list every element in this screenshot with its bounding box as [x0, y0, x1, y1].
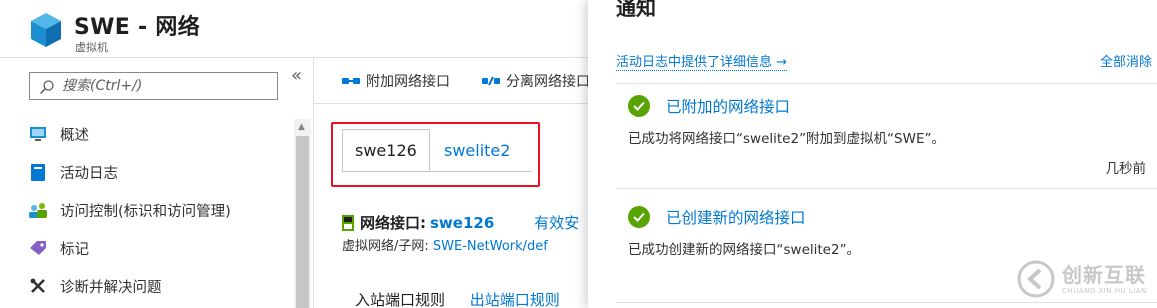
resource-header: SWE - 网络 虚拟机	[0, 0, 590, 58]
notification-description: 已成功将网络接口“swelite2”附加到虚拟机“SWE”。	[628, 131, 945, 147]
sidebar-item-activity-log[interactable]: 活动日志	[28, 159, 118, 185]
sidebar-scrollbar[interactable]: ▲	[294, 119, 311, 308]
tab-inbound-rules[interactable]: 入站端口规则	[355, 291, 445, 308]
success-check-icon	[628, 206, 650, 228]
tab-swelite2[interactable]: swelite2	[432, 129, 522, 171]
people-icon	[28, 201, 48, 219]
watermark-logo: 创新互联 CHUANG XIN HU LIAN	[1012, 253, 1152, 305]
watermark-icon	[1017, 260, 1055, 298]
divider	[616, 188, 1157, 189]
panel-title: 通知	[616, 0, 656, 20]
detach-label: 分离网络接口	[506, 74, 590, 90]
sidebar: « 概述 活动日志 访问控制(标识和访问管理) 标记 诊断并解决问题 ▲	[0, 58, 312, 308]
divider	[616, 83, 1157, 84]
search-icon	[39, 80, 54, 95]
subnet-label: 虚拟网络/子网:	[342, 239, 429, 254]
sidebar-search[interactable]	[29, 72, 278, 100]
notification-title[interactable]: 已创建新的网络接口	[666, 206, 806, 228]
nic-value-link[interactable]: swe126	[430, 214, 494, 232]
success-check-icon	[628, 95, 650, 117]
port-rules-tabs: 入站端口规则 出站端口规则	[355, 289, 560, 308]
tag-icon	[28, 239, 48, 257]
sidebar-item-label: 概述	[60, 127, 89, 144]
scrollbar-thumb[interactable]	[296, 136, 309, 308]
dismiss-all-button[interactable]: 全部消除	[1100, 51, 1152, 70]
sidebar-item-label: 标记	[60, 241, 89, 258]
nic-icon	[342, 214, 354, 231]
activity-log-link-text: 活动日志中提供了详细信息	[616, 55, 773, 70]
notification-description: 已成功创建新的网络接口“swelite2”。	[628, 242, 861, 258]
scroll-up-icon[interactable]: ▲	[298, 122, 305, 132]
notification-title[interactable]: 已附加的网络接口	[666, 95, 790, 117]
notification-header: 已创建新的网络接口	[628, 206, 806, 228]
sidebar-item-access-control[interactable]: 访问控制(标识和访问管理)	[28, 197, 231, 223]
subnet-link[interactable]: SWE-NetWork/def	[433, 239, 548, 254]
attach-label: 附加网络接口	[366, 74, 450, 90]
arrow-right-icon: →	[776, 55, 788, 70]
notification-time: 几秒前	[1105, 161, 1147, 177]
tab-divider	[342, 171, 532, 172]
main-content: 附加网络接口 分离网络接口 swe126 swelite2 网络接口: swe1…	[313, 58, 590, 308]
search-input[interactable]	[62, 76, 272, 96]
watermark-subtext: CHUANG XIN HU LIAN	[1062, 287, 1147, 295]
sidebar-item-label: 活动日志	[60, 165, 118, 182]
log-icon	[28, 163, 48, 181]
effective-security-link[interactable]: 有效安	[534, 212, 579, 233]
monitor-icon	[28, 125, 48, 143]
notification-header: 已附加的网络接口	[628, 95, 790, 117]
sidebar-item-label: 访问控制(标识和访问管理)	[60, 203, 231, 220]
wrench-icon	[28, 277, 48, 295]
command-bar: 附加网络接口 分离网络接口	[313, 58, 590, 104]
sidebar-item-overview[interactable]: 概述	[28, 121, 89, 147]
nic-label: 网络接口:	[360, 214, 426, 232]
collapse-sidebar-button[interactable]: «	[291, 65, 302, 86]
sidebar-item-tags[interactable]: 标记	[28, 235, 89, 261]
detach-network-interface-button[interactable]: 分离网络接口	[482, 71, 590, 91]
detach-icon	[482, 76, 500, 86]
resource-title: SWE - 网络	[74, 15, 200, 40]
attach-network-interface-button[interactable]: 附加网络接口	[342, 71, 450, 91]
sidebar-item-label: 诊断并解决问题	[60, 279, 162, 296]
attach-icon	[342, 78, 360, 84]
sidebar-item-diagnose[interactable]: 诊断并解决问题	[28, 273, 162, 299]
subnet-line: 虚拟网络/子网: SWE-NetWork/def	[342, 235, 548, 254]
tab-swe126[interactable]: swe126	[342, 129, 430, 171]
watermark-text: 创新互联	[1062, 263, 1146, 287]
activity-log-link[interactable]: 活动日志中提供了详细信息 →	[616, 51, 788, 71]
virtual-machine-icon	[31, 13, 61, 47]
tab-outbound-rules[interactable]: 出站端口规则	[470, 291, 560, 308]
resource-subtitle: 虚拟机	[75, 41, 108, 54]
network-interface-line: 网络接口: swe126 有效安	[342, 212, 579, 233]
content-body: swe126 swelite2 网络接口: swe126 有效安 虚拟网络/子网…	[313, 105, 590, 308]
